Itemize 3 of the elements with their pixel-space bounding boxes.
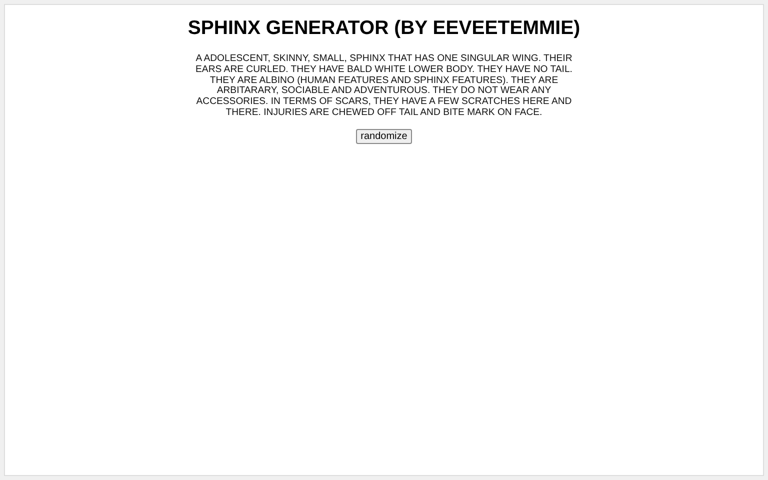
randomize-button[interactable]: randomize: [356, 128, 412, 144]
description-text: A ADOLESCENT, SKINNY, SMALL, SPHINX THAT HAS ONE SINGULAR WING. THEIR EARS ARE CURLED. THEY HAVE BALD WHITE LOWER BODY. THEY HAVE NO TAIL. THEY ARE ALBINO (HUMAN FEATURES AND SPHINX FEATURES). THEY ARE ARBITARARY, SOCIABLE AND ADVENTUROUS. THEY DO NOT WEAR ANY ACCESSORIES. IN TERMS OF SCARS, THEY HAVE A FEW SCRATCHES HERE AND THERE. INJURIES ARE CHEWED OFF TAIL AND BITE MARK ON FACE.: [194, 54, 574, 119]
page-title: SPHINX GENERATOR (BY EEVEETEMMIE): [188, 17, 580, 40]
